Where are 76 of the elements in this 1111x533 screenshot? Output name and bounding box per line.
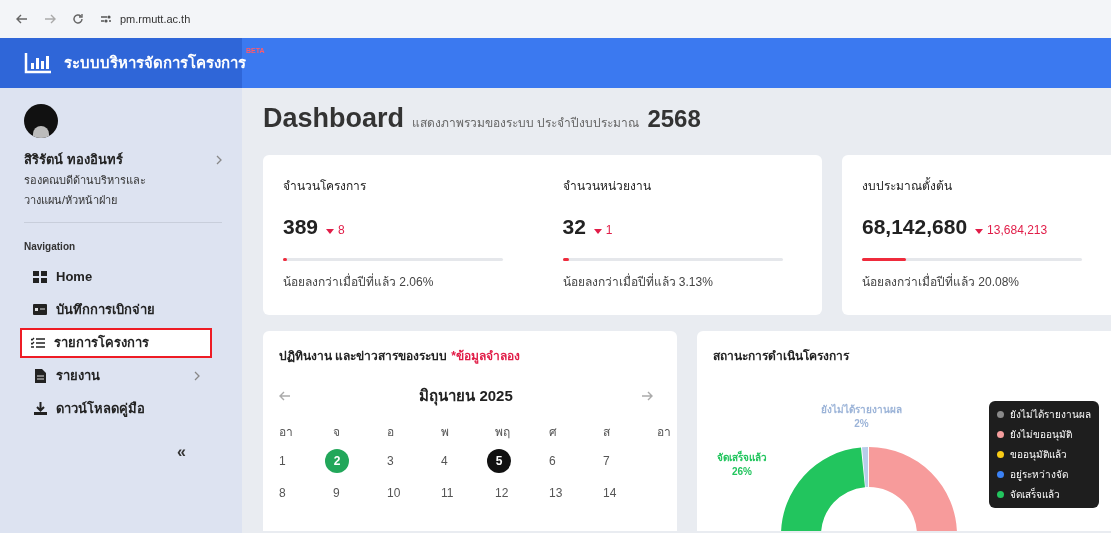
- stat-note: น้อยลงกว่าเมื่อปีที่แล้ว 20.08%: [862, 273, 1021, 291]
- stat-label: จำนวนหน่วยงาน: [562, 177, 652, 195]
- calendar-date[interactable]: 10: [387, 484, 401, 502]
- weekday-label: อา: [657, 424, 671, 441]
- weekday-label: อา: [279, 424, 293, 441]
- navigation-heading: Navigation: [24, 239, 77, 254]
- simulated-data-note: *ข้อมูลจำลอง: [451, 347, 520, 365]
- calendar-date[interactable]: 13: [549, 484, 563, 502]
- nav-item[interactable]: รายการโครงการ: [20, 327, 212, 358]
- calendar-date[interactable]: 4: [441, 452, 448, 470]
- calendar-date[interactable]: 6: [549, 452, 556, 470]
- calendar-date[interactable]: 3: [387, 452, 394, 470]
- page-title: Dashboard: [263, 102, 405, 135]
- user-name[interactable]: สิริรัตน์ ทองอินทร์: [24, 150, 123, 170]
- card-title: สถานะการดำเนินโครงการ: [713, 347, 851, 365]
- previous-month-arrow-icon[interactable]: [279, 390, 291, 401]
- legend-label: ยังไม่ได้รายงานผล: [1010, 407, 1091, 422]
- stat-note: น้อยลงกว่าเมื่อปีที่แล้ว 3.13%: [562, 273, 714, 291]
- highlighted-date[interactable]: 5: [487, 449, 511, 473]
- stat-label: จำนวนโครงการ: [283, 177, 367, 195]
- forward-arrow-icon[interactable]: [44, 14, 56, 24]
- collapse-sidebar-button[interactable]: «: [177, 439, 186, 464]
- weekday-label: ศ: [549, 424, 557, 441]
- checklist-icon: [31, 336, 45, 349]
- calendar-month: มิถุนายน 2025: [419, 385, 513, 407]
- stat-label: งบประมาณตั้งต้น: [862, 176, 953, 195]
- stat-value: 389: [283, 213, 319, 240]
- weekday-label: พฤ: [495, 424, 510, 441]
- card-title: ปฏิทินงาน และข่าวสารของระบบ: [279, 347, 448, 365]
- chevron-right-icon: [194, 370, 200, 381]
- document-icon: [34, 368, 46, 383]
- calendar-date[interactable]: 8: [279, 484, 286, 502]
- legend-label: ยังไม่ขออนุมัติ: [1010, 427, 1072, 442]
- stat-change: 13,684,213: [987, 221, 1048, 239]
- weekday-label: ส: [603, 424, 610, 441]
- calendar-date[interactable]: 14: [603, 484, 617, 502]
- card-icon: [33, 304, 47, 315]
- stat-change: 1: [605, 221, 613, 239]
- nav-item[interactable]: รายงาน: [24, 360, 216, 391]
- legend-label: ขออนุมัติแล้ว: [1010, 447, 1067, 462]
- down-caret-icon: [326, 228, 335, 234]
- reload-icon[interactable]: [72, 13, 84, 25]
- nav-item[interactable]: Home: [24, 261, 216, 292]
- address-bar-url[interactable]: pm.rmutt.ac.th: [120, 10, 191, 28]
- calendar-date[interactable]: 7: [603, 452, 610, 470]
- calendar-date[interactable]: 9: [333, 484, 340, 502]
- nav-item[interactable]: ดาวน์โหลดคู่มือ: [24, 393, 216, 424]
- fiscal-year: 2568: [647, 104, 701, 134]
- bar-chart-logo-icon: [24, 52, 52, 74]
- site-settings-icon[interactable]: [100, 14, 112, 24]
- weekday-label: จ: [333, 424, 340, 441]
- avatar-icon: [24, 104, 58, 138]
- slice-label: จัดเสร็จแล้ว 26%: [717, 450, 767, 479]
- stat-value: 32: [562, 213, 586, 240]
- weekday-label: พ: [441, 424, 449, 441]
- weekday-label: อ: [387, 424, 394, 441]
- legend-label: จัดเสร็จแล้ว: [1010, 486, 1060, 502]
- nav-item[interactable]: บันทึกการเบิกจ่าย: [24, 294, 216, 325]
- legend-label: อยู่ระหว่างจัด: [1010, 467, 1068, 482]
- stat-value: 68,142,680: [862, 213, 968, 240]
- next-month-arrow-icon[interactable]: [641, 390, 653, 401]
- stat-note: น้อยลงกว่าเมื่อปีที่แล้ว 2.06%: [283, 273, 435, 291]
- calendar-date[interactable]: 11: [441, 484, 454, 502]
- grid-icon: [33, 270, 47, 283]
- app-title: ระบบบริหารจัดการโครงการ: [64, 52, 246, 73]
- download-icon: [33, 402, 47, 415]
- down-caret-icon: [975, 228, 984, 234]
- down-caret-icon: [593, 228, 602, 234]
- stat-change: 8: [338, 221, 345, 239]
- back-arrow-icon[interactable]: [16, 14, 28, 24]
- page-subtitle: แสดงภาพรวมของระบบ ประจำปีงบประมาณ: [412, 115, 640, 132]
- chevron-right-icon[interactable]: [216, 154, 222, 165]
- calendar-date[interactable]: 1: [279, 452, 286, 470]
- user-role: รองคณบดีด้านบริหารและวางแผน/หัวหน้าฝ่าย: [24, 172, 147, 208]
- calendar-date[interactable]: 12: [495, 484, 509, 502]
- slice-label: ยังไม่ได้รายงานผล 2%: [821, 402, 902, 431]
